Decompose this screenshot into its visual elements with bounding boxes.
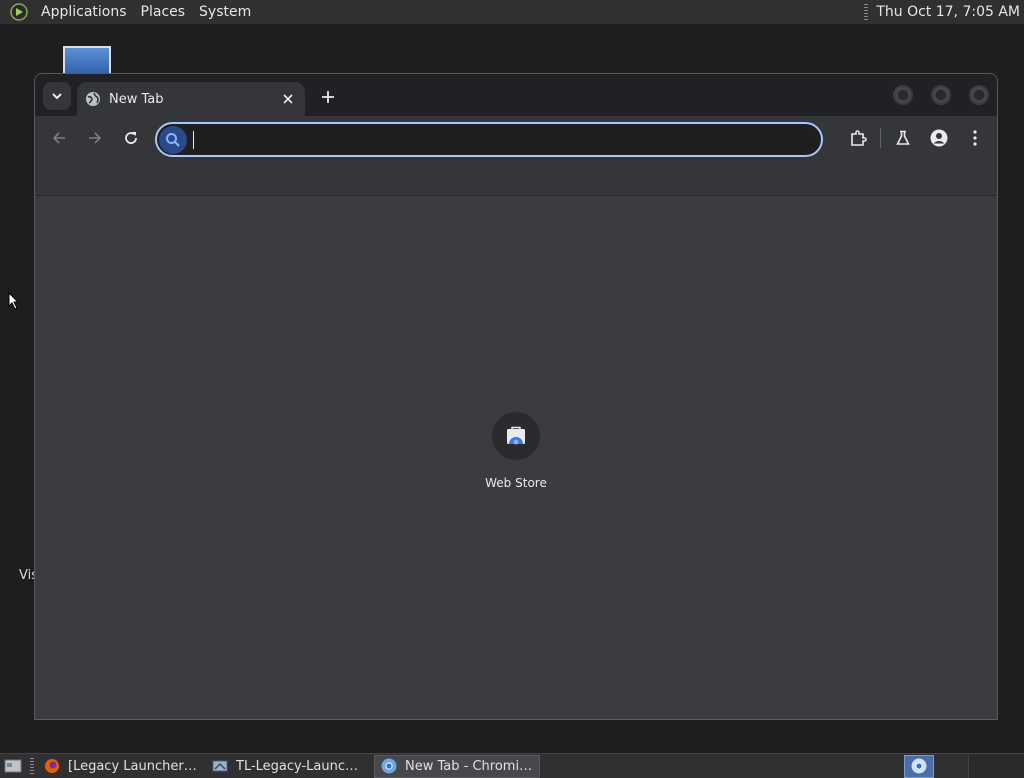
labs-button[interactable] [889,124,917,152]
menu-places[interactable]: Places [134,0,193,25]
shortcut-web-store[interactable]: Web Store [481,412,551,490]
menu-applications[interactable]: Applications [34,0,134,25]
window-close-button[interactable] [969,85,989,105]
new-tab-button[interactable] [317,86,339,108]
menu-button[interactable] [961,124,989,152]
minimize-button[interactable] [893,85,913,105]
reload-button[interactable] [117,124,145,152]
top-panel: Applications Places System Thu Oct 17, 7… [0,0,1024,25]
extensions-button[interactable] [844,124,872,152]
task-label: New Tab - Chromium [405,758,533,774]
taskbar-item-chromium[interactable]: New Tab - Chromium [374,754,540,778]
globe-icon [85,91,101,107]
show-desktop-button[interactable] [0,754,26,778]
taskbar-handle[interactable] [30,758,34,774]
close-icon[interactable] [279,90,297,108]
profile-button[interactable] [925,124,953,152]
browser-window: New Tab Web Store [34,73,998,720]
panel-handle[interactable] [864,4,869,20]
menu-system[interactable]: System [192,0,258,25]
reload-icon [125,132,137,144]
shortcut-label: Web Store [485,476,547,490]
taskbar-item-tl-legacy-launcher[interactable]: TL-Legacy-Launche... [206,755,372,778]
address-input[interactable] [187,124,821,155]
mint-menu-icon[interactable] [8,1,30,23]
task-label: [Legacy Launcher fo... [68,758,198,774]
kebab-menu-icon [973,130,977,146]
labs-flask-icon [896,130,910,145]
tab-title: New Tab [109,91,164,107]
profile-icon [930,129,948,147]
desktop-icon-label[interactable]: Vis [19,568,35,583]
task-label: TL-Legacy-Launche... [236,758,366,774]
launcher-icon [212,758,228,774]
taskbar: [Legacy Launcher fo... TL-Legacy-Launche… [0,753,1024,778]
new-tab-page: Web Store [35,196,997,719]
plus-icon [322,91,334,103]
omnibox[interactable] [155,122,823,157]
chromium-icon [911,758,927,774]
toolbar-actions [844,124,989,152]
workspace-switcher-empty[interactable] [968,754,1024,778]
tab-search-button[interactable] [43,82,71,110]
tab-strip: New Tab [35,74,997,116]
forward-arrow-icon [89,132,102,144]
toolbar [35,116,997,160]
bookmarks-bar [35,160,997,196]
back-arrow-icon [52,132,65,144]
taskbar-item-legacy-launcher[interactable]: [Legacy Launcher fo... [38,755,204,778]
window-controls [893,85,989,105]
mouse-cursor-icon [8,291,20,314]
text-caret [193,131,194,149]
chromium-icon [381,758,397,774]
firefox-icon [44,758,60,774]
workspace-switcher[interactable] [904,754,934,778]
web-store-icon [492,412,540,460]
desktop-computer-icon[interactable] [63,46,111,76]
tab-new-tab[interactable]: New Tab [77,82,305,116]
maximize-button[interactable] [931,85,951,105]
clock[interactable]: Thu Oct 17, 7:05 AM [876,4,1024,20]
search-icon [159,125,187,154]
toolbar-divider [880,128,881,148]
extensions-icon [851,130,867,146]
back-button[interactable] [45,124,73,152]
forward-button[interactable] [81,124,109,152]
